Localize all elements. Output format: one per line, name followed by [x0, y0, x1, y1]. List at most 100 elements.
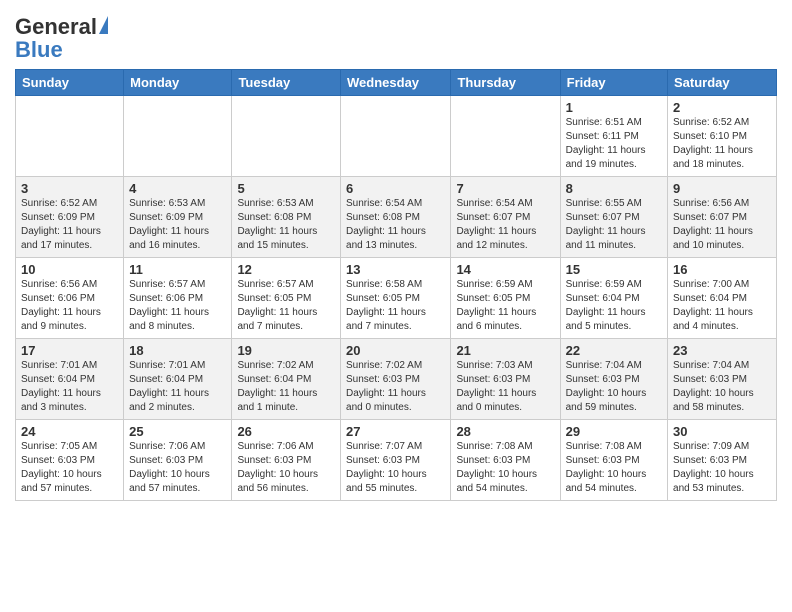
- day-info: Sunrise: 7:01 AM Sunset: 6:04 PM Dayligh…: [21, 359, 118, 415]
- calendar-cell: 20Sunrise: 7:02 AM Sunset: 6:03 PM Dayli…: [341, 339, 451, 420]
- day-number: 5: [237, 181, 335, 196]
- calendar-cell: 19Sunrise: 7:02 AM Sunset: 6:04 PM Dayli…: [232, 339, 341, 420]
- calendar-cell: 13Sunrise: 6:58 AM Sunset: 6:05 PM Dayli…: [341, 258, 451, 339]
- day-number: 16: [673, 262, 771, 277]
- day-number: 1: [566, 100, 662, 115]
- calendar-cell: 16Sunrise: 7:00 AM Sunset: 6:04 PM Dayli…: [668, 258, 777, 339]
- calendar-cell: 30Sunrise: 7:09 AM Sunset: 6:03 PM Dayli…: [668, 420, 777, 501]
- day-number: 25: [129, 424, 226, 439]
- calendar-cell: 18Sunrise: 7:01 AM Sunset: 6:04 PM Dayli…: [124, 339, 232, 420]
- week-row-1: 1Sunrise: 6:51 AM Sunset: 6:11 PM Daylig…: [16, 96, 777, 177]
- day-info: Sunrise: 7:00 AM Sunset: 6:04 PM Dayligh…: [673, 278, 771, 334]
- calendar-cell: 26Sunrise: 7:06 AM Sunset: 6:03 PM Dayli…: [232, 420, 341, 501]
- day-number: 11: [129, 262, 226, 277]
- day-number: 21: [456, 343, 554, 358]
- day-number: 19: [237, 343, 335, 358]
- day-info: Sunrise: 7:04 AM Sunset: 6:03 PM Dayligh…: [566, 359, 662, 415]
- weekday-header-wednesday: Wednesday: [341, 70, 451, 96]
- day-info: Sunrise: 6:54 AM Sunset: 6:07 PM Dayligh…: [456, 197, 554, 253]
- calendar-cell: 29Sunrise: 7:08 AM Sunset: 6:03 PM Dayli…: [560, 420, 667, 501]
- day-info: Sunrise: 6:59 AM Sunset: 6:05 PM Dayligh…: [456, 278, 554, 334]
- day-number: 18: [129, 343, 226, 358]
- day-number: 14: [456, 262, 554, 277]
- day-info: Sunrise: 6:59 AM Sunset: 6:04 PM Dayligh…: [566, 278, 662, 334]
- day-info: Sunrise: 7:04 AM Sunset: 6:03 PM Dayligh…: [673, 359, 771, 415]
- calendar-cell: 24Sunrise: 7:05 AM Sunset: 6:03 PM Dayli…: [16, 420, 124, 501]
- calendar-cell: [124, 96, 232, 177]
- day-info: Sunrise: 6:56 AM Sunset: 6:07 PM Dayligh…: [673, 197, 771, 253]
- calendar-cell: [232, 96, 341, 177]
- logo-text-general: General: [15, 14, 97, 39]
- day-info: Sunrise: 7:01 AM Sunset: 6:04 PM Dayligh…: [129, 359, 226, 415]
- day-number: 30: [673, 424, 771, 439]
- day-info: Sunrise: 7:07 AM Sunset: 6:03 PM Dayligh…: [346, 440, 445, 496]
- calendar-cell: 10Sunrise: 6:56 AM Sunset: 6:06 PM Dayli…: [16, 258, 124, 339]
- calendar-cell: 1Sunrise: 6:51 AM Sunset: 6:11 PM Daylig…: [560, 96, 667, 177]
- day-info: Sunrise: 7:08 AM Sunset: 6:03 PM Dayligh…: [566, 440, 662, 496]
- calendar-cell: [16, 96, 124, 177]
- calendar-cell: 23Sunrise: 7:04 AM Sunset: 6:03 PM Dayli…: [668, 339, 777, 420]
- weekday-header-row: SundayMondayTuesdayWednesdayThursdayFrid…: [16, 70, 777, 96]
- day-info: Sunrise: 6:57 AM Sunset: 6:06 PM Dayligh…: [129, 278, 226, 334]
- week-row-5: 24Sunrise: 7:05 AM Sunset: 6:03 PM Dayli…: [16, 420, 777, 501]
- calendar-cell: 11Sunrise: 6:57 AM Sunset: 6:06 PM Dayli…: [124, 258, 232, 339]
- day-number: 3: [21, 181, 118, 196]
- calendar-cell: 25Sunrise: 7:06 AM Sunset: 6:03 PM Dayli…: [124, 420, 232, 501]
- logo: General Blue: [15, 14, 108, 61]
- week-row-4: 17Sunrise: 7:01 AM Sunset: 6:04 PM Dayli…: [16, 339, 777, 420]
- day-info: Sunrise: 6:56 AM Sunset: 6:06 PM Dayligh…: [21, 278, 118, 334]
- calendar-cell: 17Sunrise: 7:01 AM Sunset: 6:04 PM Dayli…: [16, 339, 124, 420]
- logo-triangle-icon: [99, 16, 108, 34]
- day-info: Sunrise: 7:02 AM Sunset: 6:03 PM Dayligh…: [346, 359, 445, 415]
- calendar-cell: 12Sunrise: 6:57 AM Sunset: 6:05 PM Dayli…: [232, 258, 341, 339]
- calendar-cell: 4Sunrise: 6:53 AM Sunset: 6:09 PM Daylig…: [124, 177, 232, 258]
- weekday-header-sunday: Sunday: [16, 70, 124, 96]
- day-info: Sunrise: 7:03 AM Sunset: 6:03 PM Dayligh…: [456, 359, 554, 415]
- day-info: Sunrise: 7:06 AM Sunset: 6:03 PM Dayligh…: [129, 440, 226, 496]
- day-number: 24: [21, 424, 118, 439]
- calendar-table: SundayMondayTuesdayWednesdayThursdayFrid…: [15, 69, 777, 501]
- calendar-cell: 2Sunrise: 6:52 AM Sunset: 6:10 PM Daylig…: [668, 96, 777, 177]
- calendar-cell: 8Sunrise: 6:55 AM Sunset: 6:07 PM Daylig…: [560, 177, 667, 258]
- day-info: Sunrise: 7:02 AM Sunset: 6:04 PM Dayligh…: [237, 359, 335, 415]
- day-info: Sunrise: 6:52 AM Sunset: 6:10 PM Dayligh…: [673, 116, 771, 172]
- day-info: Sunrise: 6:57 AM Sunset: 6:05 PM Dayligh…: [237, 278, 335, 334]
- day-number: 26: [237, 424, 335, 439]
- calendar-cell: [341, 96, 451, 177]
- calendar-cell: 5Sunrise: 6:53 AM Sunset: 6:08 PM Daylig…: [232, 177, 341, 258]
- day-number: 23: [673, 343, 771, 358]
- day-info: Sunrise: 7:05 AM Sunset: 6:03 PM Dayligh…: [21, 440, 118, 496]
- day-number: 27: [346, 424, 445, 439]
- weekday-header-monday: Monday: [124, 70, 232, 96]
- calendar-cell: 28Sunrise: 7:08 AM Sunset: 6:03 PM Dayli…: [451, 420, 560, 501]
- weekday-header-friday: Friday: [560, 70, 667, 96]
- day-number: 8: [566, 181, 662, 196]
- day-info: Sunrise: 7:08 AM Sunset: 6:03 PM Dayligh…: [456, 440, 554, 496]
- weekday-header-saturday: Saturday: [668, 70, 777, 96]
- day-info: Sunrise: 6:53 AM Sunset: 6:09 PM Dayligh…: [129, 197, 226, 253]
- calendar-cell: 27Sunrise: 7:07 AM Sunset: 6:03 PM Dayli…: [341, 420, 451, 501]
- day-number: 20: [346, 343, 445, 358]
- logo-text-blue: Blue: [15, 39, 108, 61]
- weekday-header-thursday: Thursday: [451, 70, 560, 96]
- calendar-cell: 7Sunrise: 6:54 AM Sunset: 6:07 PM Daylig…: [451, 177, 560, 258]
- weekday-header-tuesday: Tuesday: [232, 70, 341, 96]
- day-number: 2: [673, 100, 771, 115]
- day-info: Sunrise: 7:09 AM Sunset: 6:03 PM Dayligh…: [673, 440, 771, 496]
- day-number: 28: [456, 424, 554, 439]
- day-info: Sunrise: 6:55 AM Sunset: 6:07 PM Dayligh…: [566, 197, 662, 253]
- day-number: 12: [237, 262, 335, 277]
- day-number: 29: [566, 424, 662, 439]
- day-number: 4: [129, 181, 226, 196]
- day-number: 22: [566, 343, 662, 358]
- day-number: 15: [566, 262, 662, 277]
- day-info: Sunrise: 6:52 AM Sunset: 6:09 PM Dayligh…: [21, 197, 118, 253]
- week-row-3: 10Sunrise: 6:56 AM Sunset: 6:06 PM Dayli…: [16, 258, 777, 339]
- calendar-cell: 22Sunrise: 7:04 AM Sunset: 6:03 PM Dayli…: [560, 339, 667, 420]
- header: General Blue: [15, 10, 777, 61]
- week-row-2: 3Sunrise: 6:52 AM Sunset: 6:09 PM Daylig…: [16, 177, 777, 258]
- day-number: 6: [346, 181, 445, 196]
- day-number: 7: [456, 181, 554, 196]
- calendar-cell: 9Sunrise: 6:56 AM Sunset: 6:07 PM Daylig…: [668, 177, 777, 258]
- day-number: 9: [673, 181, 771, 196]
